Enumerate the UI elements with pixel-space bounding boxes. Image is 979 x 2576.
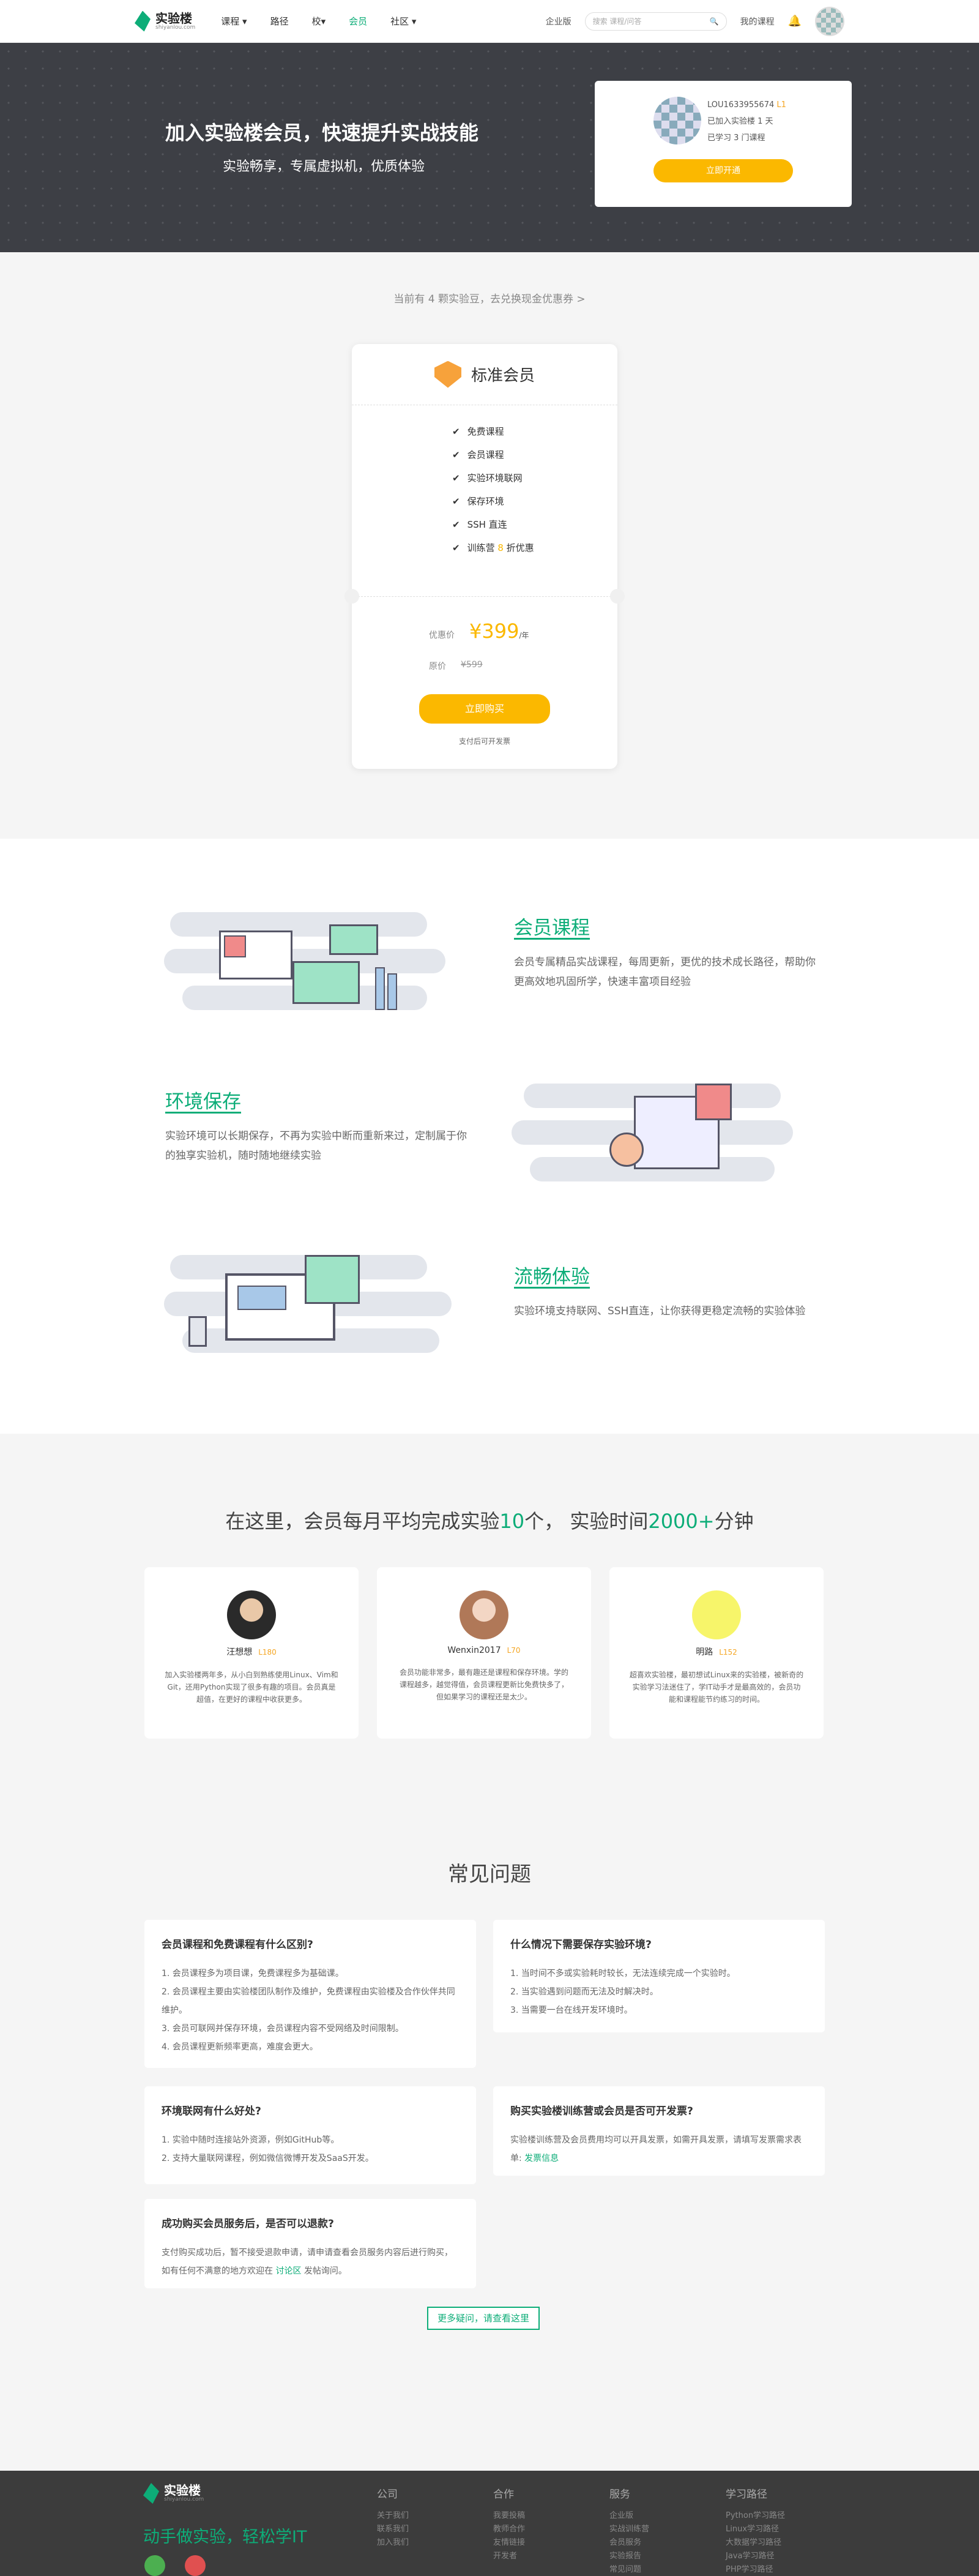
weibo-icon[interactable] [185,2555,206,2576]
wechat-icon[interactable] [144,2555,165,2576]
faq-heading: 常见问题 [448,1862,531,1887]
footer: 实验楼 shiyanlou.com 动手做实验，轻松学IT 公司 关于我们 联系我们… [0,2471,979,2576]
feature-item: 保存环境 [452,490,617,513]
invoice-note: 支付后可开发票 [458,737,510,746]
footer-col-partner: 合作 我要投稿 教师合作 友情链接 开发者 [493,2488,526,2561]
main-menu: 课程 ▾ 路径 校▾ 会员 社区 ▾ [221,15,416,28]
faq-item: 成功购买会员服务后，是否可以退款? 支付购买成功后，暂不接受退款申请，请申请查看… [144,2199,476,2288]
coupon-link[interactable]: 当前有 4 颗实验豆，去兑换现金优惠券 > [0,290,979,305]
stats-heading: 在这里，会员每月平均完成实验10个， 实验时间2000+分钟 [225,1510,754,1533]
feature-item: SSH 直连 [452,513,617,536]
price-row: 优惠价 ¥399/年 [429,620,529,643]
hero-title: 加入实验楼会员，快速提升实战技能 [165,121,479,144]
price-value: ¥399 [469,620,519,643]
footer-logo[interactable]: 实验楼 shiyanlou.com [143,2483,204,2504]
faq-item: 会员课程和免费课程有什么区别? 1. 会员课程多为项目课，免费课程多为基础课。 2… [144,1920,476,2068]
plan-features: 免费课程 会员课程 实验环境联网 保存环境 SSH 直连 训练营 8 折优惠 [352,405,617,560]
hero-subtitle: 实验畅享，专属虚拟机，优质体验 [223,159,425,174]
faq-question: 购买实验楼训练营或会员是否可开发票? [510,2105,693,2117]
testimonial-text: 会员功能非常多，最有趣还是课程和保存环境。学的课程越多，越觉得值，会员课程更新比… [399,1668,568,1701]
footer-col-paths: 学习路径 Python学习路径 Linux学习路径 大数据学习路径 Java学习路径 P… [726,2488,786,2574]
enterprise-link[interactable]: 企业版 [546,15,571,28]
faq-item: 购买实验楼训练营或会员是否可开发票? 实验楼训练营及会员费用均可以开具发票，如需… [493,2086,825,2176]
user-card-avatar [653,97,701,144]
bell-icon[interactable]: 🔔 [788,15,802,28]
top-nav: 实验楼 shiyanlou.com 课程 ▾ 路径 校▾ 会员 社区 ▾ 企业版 … [0,0,979,43]
footer-slogan: 动手做实验，轻松学IT [143,2528,307,2547]
menu-paths[interactable]: 路径 [270,15,289,28]
menu-community[interactable]: 社区 ▾ [390,15,416,28]
testimonial-card: 汪想想 L180 加入实验楼两年多，从小白到熟练使用Linux、Vim和Git，还… [144,1567,359,1739]
testimonial-avatar [692,1590,741,1639]
hero-banner: 加入实验楼会员，快速提升实战技能 实验畅享，专属虚拟机，优质体验 LOU1633… [0,43,979,252]
search-icon[interactable]: 🔍 [710,17,719,26]
site-logo[interactable]: 实验楼 shiyanlou.com [135,10,196,32]
faq-question: 环境联网有什么好处? [162,2105,261,2117]
footer-col-company: 公司 关于我们 联系我们 加入我们 [377,2488,409,2547]
features-section: 会员课程 会员专属精品实战课程，每周更新，更优的技术成长路径，帮助你更高效地巩固… [0,839,979,1434]
feature-title: 会员课程 [514,917,590,939]
testimonial-card: Wenxin2017 L70 会员功能非常多，最有趣还是课程和保存环境。学的课程越… [377,1567,591,1739]
testimonial-avatar [460,1590,508,1639]
buy-button[interactable]: 立即购买 [419,694,550,724]
plan-name: 标准会员 [471,367,535,385]
feature-item: 免费课程 [452,420,617,443]
env-illustration [512,1077,805,1200]
more-questions-button[interactable]: 更多疑问，请查看这里 [427,2307,540,2330]
logo-text: 实验楼 [155,10,192,26]
user-name: LOU1633955674 L1 [707,100,786,110]
feature-title: 流畅体验 [514,1266,590,1288]
invoice-info-link[interactable]: 发票信息 [524,2154,559,2163]
user-avatar[interactable] [815,6,844,36]
user-card: LOU1633955674 L1 已加入实验楼 1 天 已学习 3 门课程 立即… [595,81,852,207]
logo-icon [135,10,151,32]
testimonial-card: 明路 L152 超喜欢实验楼，最初想试Linux来的实验楼，被新奇的实验学习法迷住… [609,1567,824,1739]
testimonial-text: 加入实验楼两年多，从小白到熟练使用Linux、Vim和Git，还用Python实… [165,1671,338,1704]
faq-question: 什么情况下需要保存实验环境? [510,1939,652,1951]
testimonial-text: 超喜欢实验楼，最初想试Linux来的实验楼，被新奇的实验学习法迷住了，学IT动手… [629,1671,804,1704]
feature-desc: 实验环境可以长期保存，不再为实验中断而重新来过，定制属于你的独享实验机，随时随地… [165,1130,467,1162]
logo-sub: shiyanlou.com [155,24,196,31]
open-vip-button[interactable]: 立即开通 [653,159,793,182]
feature-item: 会员课程 [452,443,617,466]
search-input[interactable]: 搜索 课程/问答 🔍 [584,12,727,31]
feature-item: 实验环境联网 [452,466,617,490]
plan-card: 标准会员 免费课程 会员课程 实验环境联网 保存环境 SSH 直连 训练营 8 … [344,344,625,769]
menu-school[interactable]: 校▾ [312,15,326,28]
footer-col-service: 服务 企业版 实战训练营 会员服务 实验报告 常见问题 [609,2488,650,2574]
menu-vip[interactable]: 会员 [349,15,367,28]
courses-illustration [164,900,458,1022]
feature-title: 环境保存 [165,1091,241,1113]
forum-link[interactable]: 讨论区 [275,2266,301,2276]
logo-icon [143,2483,159,2504]
user-joined: 已加入实验楼 1 天 [707,117,773,126]
faq-item: 环境联网有什么好处? 1. 实验中随时连接站外资源，例如GitHub等。 2. 支… [144,2086,476,2184]
faq-item: 什么情况下需要保存实验环境? 1. 当时间不多或实验耗时较长，无法连续完成一个实… [493,1920,825,2032]
feature-desc: 实验环境支持联网、SSH直连，让你获得更稳定流畅的实验体验 [514,1305,806,1317]
faq-question: 会员课程和免费课程有什么区别? [162,1939,313,1951]
feature-desc: 会员专属精品实战课程，每周更新，更优的技术成长路径，帮助你更高效地巩固所学，快速… [514,956,816,988]
testimonial-avatar [227,1590,276,1639]
experience-illustration [164,1249,458,1371]
user-learned: 已学习 3 门课程 [707,133,765,143]
menu-courses[interactable]: 课程 ▾ [221,15,247,28]
original-price-row: 原价 ¥599 [429,660,483,672]
vip-badge-icon [434,361,461,388]
my-courses-link[interactable]: 我的课程 [740,15,775,28]
feature-item: 训练营 8 折优惠 [452,536,617,560]
faq-question: 成功购买会员服务后，是否可以退款? [162,2218,334,2230]
